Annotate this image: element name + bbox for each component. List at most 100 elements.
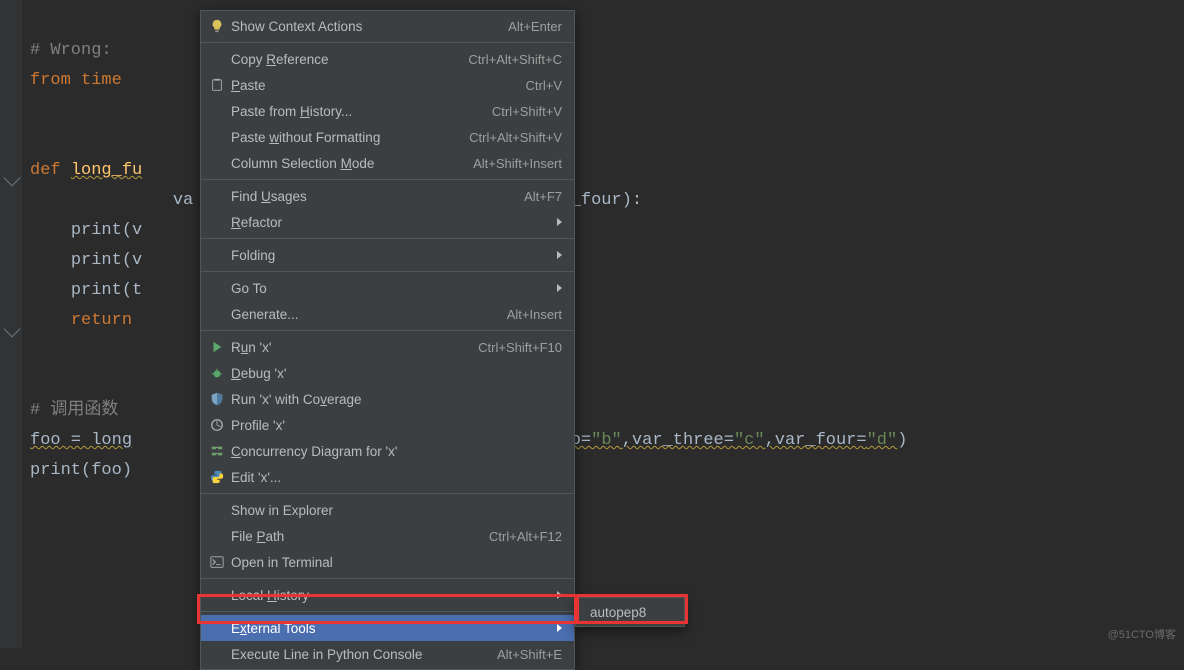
menu-item-label: Find Usages: [227, 189, 524, 204]
menu-item-refactor[interactable]: Refactor: [201, 209, 574, 235]
menu-item-run-x[interactable]: Run 'x'Ctrl+Shift+F10: [201, 334, 574, 360]
menu-item-shortcut: Ctrl+Alt+Shift+V: [469, 130, 562, 145]
menu-item-label: Go To: [227, 281, 547, 296]
menu-item-run-x-with-coverage[interactable]: Run 'x' with Coverage: [201, 386, 574, 412]
submenu-item-label: autopep8: [590, 605, 646, 620]
menu-item-open-in-terminal[interactable]: Open in Terminal: [201, 549, 574, 575]
kw-time: time: [81, 71, 122, 90]
menu-item-label: Show Context Actions: [227, 19, 508, 34]
menu-item-label: Paste: [227, 78, 526, 93]
menu-item-go-to[interactable]: Go To: [201, 275, 574, 301]
menu-item-shortcut: Alt+F7: [524, 189, 562, 204]
menu-item-folding[interactable]: Folding: [201, 242, 574, 268]
menu-item-label: Refactor: [227, 215, 547, 230]
menu-item-label: Run 'x' with Coverage: [227, 392, 562, 407]
menu-item-paste-from-history[interactable]: Paste from History...Ctrl+Shift+V: [201, 98, 574, 124]
menu-separator: [201, 578, 574, 579]
menu-item-shortcut: Alt+Shift+Insert: [473, 156, 562, 171]
menu-item-copy-reference[interactable]: Copy ReferenceCtrl+Alt+Shift+C: [201, 46, 574, 72]
code-text: print(v: [71, 251, 142, 270]
menu-item-label: Edit 'x'...: [227, 470, 562, 485]
python-icon: [207, 470, 227, 484]
menu-item-paste[interactable]: PasteCtrl+V: [201, 72, 574, 98]
menu-item-show-in-explorer[interactable]: Show in Explorer: [201, 497, 574, 523]
menu-item-paste-without-formatting[interactable]: Paste without FormattingCtrl+Alt+Shift+V: [201, 124, 574, 150]
menu-separator: [201, 493, 574, 494]
code-editor[interactable]: # Wrong: from time def long_fu va r_four…: [0, 0, 1184, 648]
play-icon: [207, 340, 227, 354]
menu-separator: [201, 238, 574, 239]
menu-item-label: Debug 'x': [227, 366, 562, 381]
submenu-arrow-icon: [557, 218, 562, 226]
menu-item-column-selection-mode[interactable]: Column Selection ModeAlt+Shift+Insert: [201, 150, 574, 176]
bug-icon: [207, 366, 227, 380]
code-text: print(v: [71, 221, 142, 240]
menu-item-debug-x[interactable]: Debug 'x': [201, 360, 574, 386]
code-text: va: [173, 191, 193, 210]
code-comment: # Wrong:: [30, 41, 112, 60]
menu-item-label: Column Selection Mode: [227, 156, 473, 171]
code-text: ,var_four=: [765, 431, 867, 450]
kw-from: from: [30, 71, 71, 90]
menu-item-label: Concurrency Diagram for 'x': [227, 444, 562, 459]
code-str: "c": [734, 431, 765, 450]
menu-item-local-history[interactable]: Local History: [201, 582, 574, 608]
menu-item-shortcut: Alt+Insert: [507, 307, 562, 322]
fn-name: long_fu: [71, 161, 142, 180]
menu-item-label: Paste from History...: [227, 104, 492, 119]
menu-item-generate[interactable]: Generate...Alt+Insert: [201, 301, 574, 327]
menu-item-external-tools[interactable]: External Tools: [201, 615, 574, 641]
menu-item-label: Paste without Formatting: [227, 130, 469, 145]
watermark: @51CTO博客: [1108, 626, 1176, 642]
menu-item-execute-line-in-python-console[interactable]: Execute Line in Python ConsoleAlt+Shift+…: [201, 641, 574, 667]
menu-item-label: Generate...: [227, 307, 507, 322]
bulb-icon: [207, 19, 227, 33]
menu-item-label: Copy Reference: [227, 52, 468, 67]
profile-icon: [207, 418, 227, 432]
coverage-icon: [207, 392, 227, 406]
submenu-arrow-icon: [557, 284, 562, 292]
menu-separator: [201, 271, 574, 272]
code-text: ,var_three=: [622, 431, 734, 450]
menu-separator: [201, 42, 574, 43]
code-str: "b": [591, 431, 622, 450]
menu-item-edit-x[interactable]: Edit 'x'...: [201, 464, 574, 490]
menu-item-shortcut: Ctrl+Alt+F12: [489, 529, 562, 544]
menu-item-shortcut: Ctrl+V: [526, 78, 562, 93]
menu-item-profile-x[interactable]: Profile 'x': [201, 412, 574, 438]
submenu-arrow-icon: [557, 591, 562, 599]
code-text: print(t: [71, 281, 142, 300]
menu-item-shortcut: Ctrl+Shift+V: [492, 104, 562, 119]
menu-item-label: Local History: [227, 588, 547, 603]
menu-item-label: Folding: [227, 248, 547, 263]
code-text: print(foo): [30, 461, 132, 480]
menu-item-label: File Path: [227, 529, 489, 544]
submenu-arrow-icon: [557, 624, 562, 632]
menu-item-label: Open in Terminal: [227, 555, 562, 570]
code-text: ): [897, 431, 907, 450]
menu-item-show-context-actions[interactable]: Show Context ActionsAlt+Enter: [201, 13, 574, 39]
context-menu: Show Context ActionsAlt+Enter Copy Refere…: [200, 10, 575, 670]
menu-item-label: Profile 'x': [227, 418, 562, 433]
menu-separator: [201, 611, 574, 612]
kw-return: return: [71, 311, 132, 330]
submenu-item-autopep8[interactable]: autopep8: [576, 600, 684, 624]
external-tools-submenu: autopep8: [575, 597, 685, 627]
menu-item-label: Run 'x': [227, 340, 478, 355]
code-comment: # 调用函数: [30, 401, 118, 420]
menu-item-label: Execute Line in Python Console: [227, 647, 497, 662]
menu-item-shortcut: Alt+Enter: [508, 19, 562, 34]
code-text: foo = long: [30, 431, 132, 450]
menu-item-find-usages[interactable]: Find UsagesAlt+F7: [201, 183, 574, 209]
menu-item-concurrency-diagram-for-x[interactable]: Concurrency Diagram for 'x': [201, 438, 574, 464]
code-str: "d": [867, 431, 898, 450]
menu-item-shortcut: Ctrl+Alt+Shift+C: [468, 52, 562, 67]
terminal-icon: [207, 555, 227, 569]
menu-item-shortcut: Alt+Shift+E: [497, 647, 562, 662]
menu-item-label: External Tools: [227, 621, 547, 636]
submenu-arrow-icon: [557, 251, 562, 259]
menu-item-file-path[interactable]: File PathCtrl+Alt+F12: [201, 523, 574, 549]
menu-item-shortcut: Ctrl+Shift+F10: [478, 340, 562, 355]
clipboard-icon: [207, 78, 227, 92]
menu-separator: [201, 330, 574, 331]
